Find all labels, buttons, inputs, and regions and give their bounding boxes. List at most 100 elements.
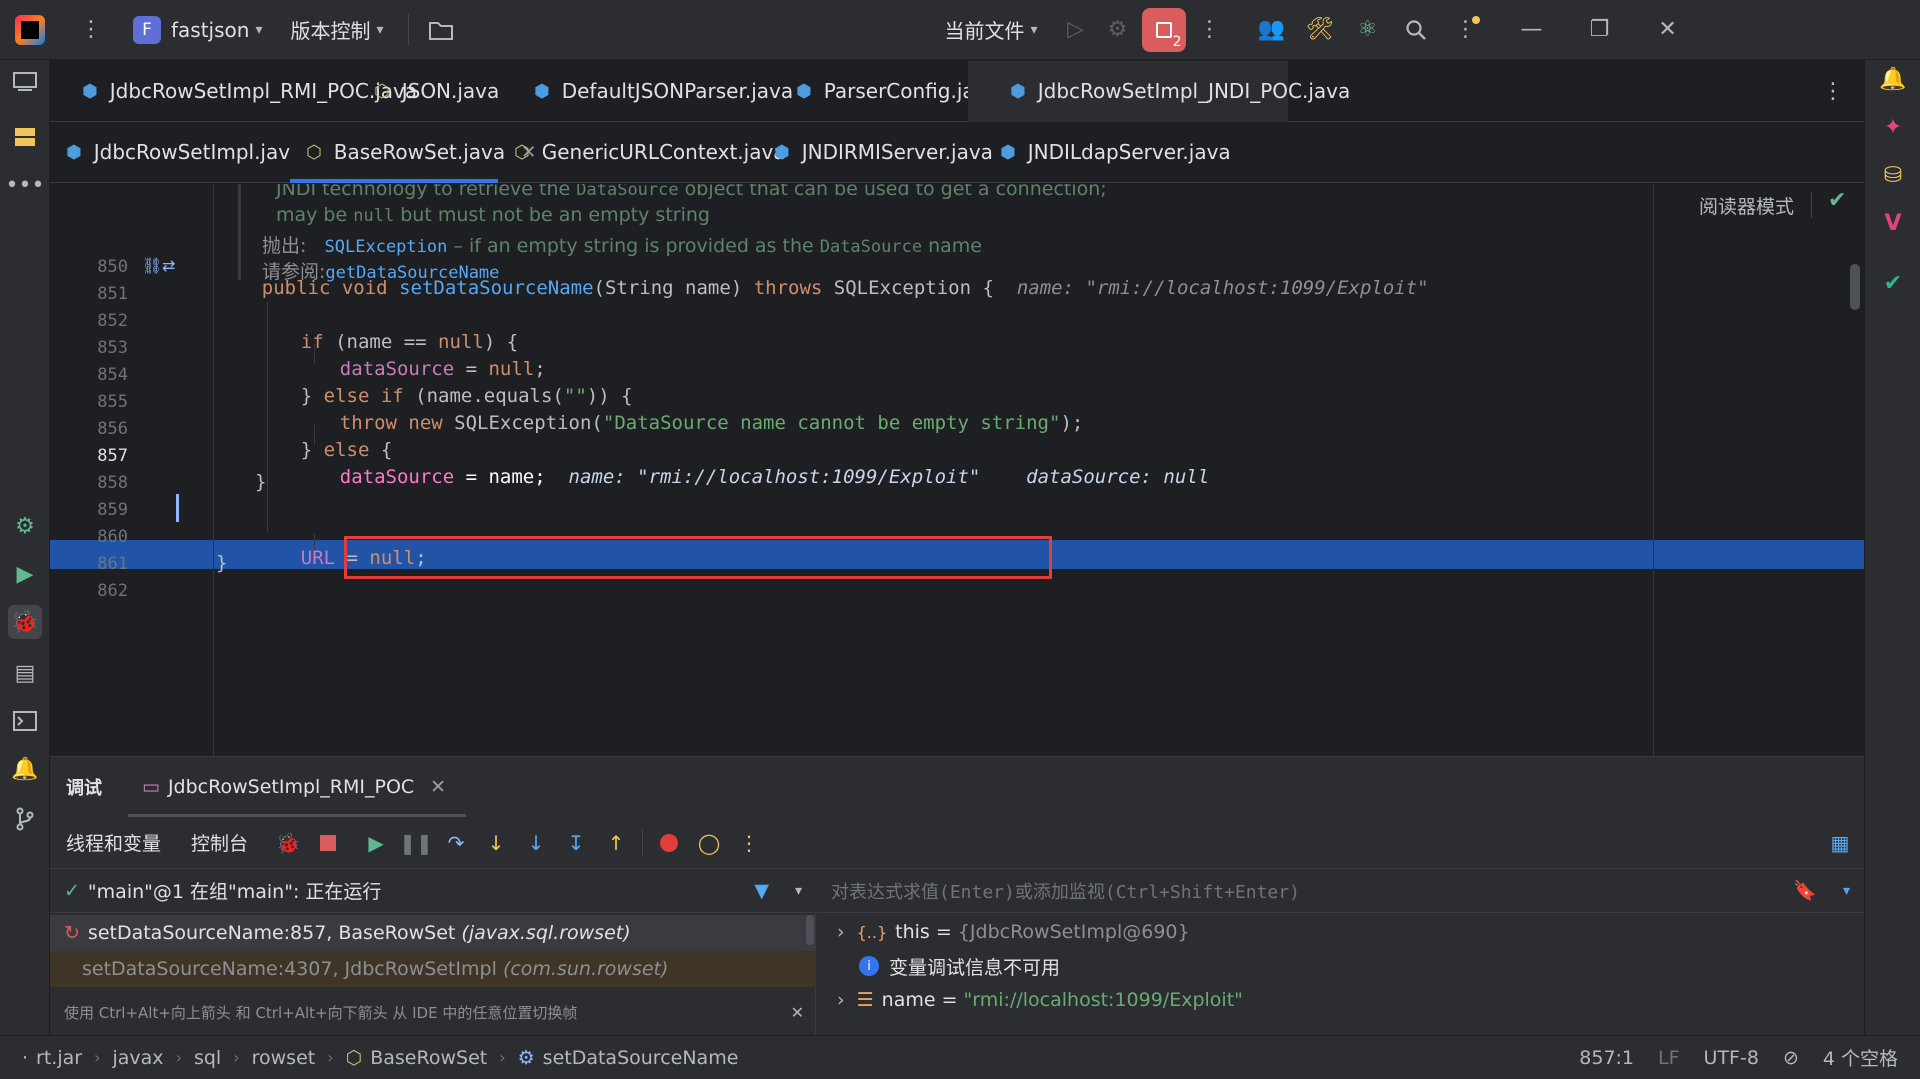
run-tool-icon[interactable]: ▶: [8, 557, 42, 591]
getdatasourcename-link[interactable]: getDataSourceName: [325, 263, 499, 283]
tab-json[interactable]: ⬡ JSON.java: [346, 61, 500, 122]
ai-assistant-icon[interactable]: ⚛: [1348, 10, 1388, 50]
caret-position[interactable]: 857:1: [1579, 1047, 1634, 1069]
tab-jdbcrowsetimpl[interactable]: ⬢ JdbcRowSetImpl.java: [50, 122, 302, 183]
services-gear-icon[interactable]: ⚙: [8, 509, 42, 543]
tab-parserconfig[interactable]: ⬢ ParserConfig.java: [758, 61, 999, 122]
reader-mode-label[interactable]: 阅读器模式: [1699, 192, 1794, 219]
chevron-down-icon[interactable]: ▾: [1843, 883, 1850, 899]
override-icon[interactable]: ⇄: [162, 256, 175, 275]
main-menu-icon[interactable]: ⋮: [71, 10, 111, 50]
structure-icon[interactable]: [8, 120, 42, 154]
editor-tabs-row-2: ⬢ JdbcRowSetImpl.java ⬡ BaseRowSet.java …: [50, 121, 1864, 183]
intellij-logo-icon[interactable]: [15, 14, 45, 45]
notifications-bell-icon[interactable]: 🔔: [8, 752, 42, 786]
resume-icon[interactable]: ▶: [358, 825, 394, 861]
frame-switch-tip: 使用 Ctrl+Alt+向上箭头 和 Ctrl+Alt+向下箭头 从 IDE 中…: [64, 1002, 804, 1022]
file-encoding[interactable]: UTF-8: [1704, 1047, 1759, 1069]
editor-scrollbar[interactable]: [1850, 264, 1860, 310]
debug-bug-icon[interactable]: ⚙: [1098, 10, 1138, 50]
breadcrumb-javax[interactable]: javax: [113, 1047, 164, 1069]
more-debug-actions-icon[interactable]: ⋮: [731, 825, 767, 861]
step-over-icon[interactable]: ↷: [438, 825, 474, 861]
minimize-icon[interactable]: —: [1512, 10, 1552, 50]
debug-tool-icon[interactable]: 🐞: [8, 605, 42, 639]
variable-this[interactable]: › {..} this = {JdbcRowSetImpl@690}: [817, 915, 1864, 949]
tab-jndirmiserver[interactable]: ⬢ JNDIRMIServer.java: [758, 122, 993, 183]
vue-plugin-icon[interactable]: V: [1876, 206, 1910, 240]
database-icon[interactable]: ⛁: [1876, 158, 1910, 192]
tabs-more-icon[interactable]: ⋮: [1822, 79, 1844, 104]
info-icon: i: [859, 956, 879, 976]
code-with-me-icon[interactable]: 👥: [1252, 10, 1292, 50]
notifications-icon[interactable]: 🔔: [1876, 62, 1910, 96]
search-icon[interactable]: [1396, 10, 1436, 50]
line-number: 859: [97, 500, 128, 520]
title-bar: ⋮ F fastjson ▾ 版本控制 ▾ 当前文件 ▾ ▷ ⚙ 2 ⋮ 👥 🛠…: [0, 0, 1920, 60]
rerun-debug-icon[interactable]: 🐞: [270, 825, 306, 861]
more-tools-icon[interactable]: •••: [6, 168, 45, 202]
step-into-icon[interactable]: ↓: [478, 825, 514, 861]
git-branch-icon[interactable]: [8, 802, 42, 836]
tab-baserowset[interactable]: ⬡ BaseRowSet.java ✕: [290, 121, 536, 183]
stop-icon[interactable]: [310, 825, 346, 861]
pause-icon[interactable]: ❚❚: [398, 825, 434, 861]
restore-icon[interactable]: ❐: [1580, 10, 1620, 50]
sqlexception-link[interactable]: SQLException: [325, 237, 448, 257]
tab-jndildapserver[interactable]: ⬢ JNDILdapServer.java: [984, 122, 1231, 183]
tab-genericurlcontext[interactable]: ⬡ GenericURLContext.java: [498, 122, 786, 183]
vcs-menu[interactable]: 版本控制 ▾: [290, 15, 383, 44]
thread-selector[interactable]: ✓ "main"@1 在组"main": 正在运行 ▼ ▾: [50, 869, 816, 913]
line-separator[interactable]: LF: [1658, 1047, 1680, 1069]
step-out-icon[interactable]: ↑: [598, 825, 634, 861]
settings-update-icon[interactable]: ⋮: [1446, 10, 1486, 50]
indent-setting[interactable]: 4 个空格: [1823, 1044, 1898, 1071]
ai-chat-icon[interactable]: ✦: [1876, 110, 1910, 144]
more-actions-icon[interactable]: ⋮: [1190, 10, 1230, 50]
mute-breakpoints-icon[interactable]: ◯: [691, 825, 727, 861]
breadcrumb-rowset[interactable]: rowset: [252, 1047, 316, 1069]
expand-arrow-icon[interactable]: ›: [837, 921, 845, 943]
breadcrumb-sql[interactable]: sql: [194, 1047, 221, 1069]
readonly-toggle-icon[interactable]: ⊘: [1783, 1047, 1799, 1069]
problems-icon[interactable]: ▤: [8, 656, 42, 690]
tab-jdbcrowsetimpl-jndi-poc[interactable]: ⬢ JdbcRowSetImpl_JNDI_POC.java: [968, 60, 1350, 122]
tab-threads-variables[interactable]: 线程和变量: [66, 829, 161, 856]
tab-defaultjsonparser[interactable]: ⬢ DefaultJSONParser.java: [500, 61, 793, 122]
chevron-down-icon[interactable]: ▾: [795, 883, 802, 899]
project-name: fastjson: [171, 17, 250, 42]
breadcrumb-baserowset[interactable]: BaseRowSet: [370, 1047, 487, 1069]
tab-console[interactable]: 控制台: [191, 829, 248, 856]
filter-icon[interactable]: ▼: [754, 880, 769, 902]
run-config-selector[interactable]: 当前文件 ▾: [945, 15, 1038, 44]
smart-step-into-icon[interactable]: ↧: [558, 825, 594, 861]
code-editor[interactable]: JNDI technology to retrieve the DataSour…: [50, 184, 1864, 756]
debug-session-tab[interactable]: ▭ JdbcRowSetImpl_RMI_POC ✕: [128, 757, 467, 817]
implementations-icon[interactable]: ⛓: [142, 256, 162, 275]
stack-frame[interactable]: setDataSourceName:4307, JdbcRowSetImpl (…: [50, 951, 816, 987]
project-selector[interactable]: F fastjson ▾: [133, 15, 262, 44]
evaluate-expression-field[interactable]: 对表达式求值(Enter)或添加监视(Ctrl+Shift+Enter) 🔖 ▾: [817, 869, 1864, 913]
force-step-into-icon[interactable]: ↓: [518, 825, 554, 861]
add-watch-icon[interactable]: 🔖: [1793, 879, 1817, 902]
tab-jdbcrowsetimpl-rmi-poc[interactable]: ⬢ JdbcRowSetImpl_RMI_POC.java: [50, 61, 417, 122]
close-tip-icon[interactable]: ✕: [791, 1003, 804, 1022]
inspection-ok-icon[interactable]: ✔: [1828, 188, 1846, 213]
stop-button[interactable]: 2: [1141, 7, 1186, 52]
variable-name[interactable]: › ☰ name = "rmi://localhost:1099/Exploit…: [817, 983, 1864, 1017]
breadcrumb-rt-jar[interactable]: rt.jar: [36, 1047, 82, 1069]
breadcrumb-setdatasourcename[interactable]: setDataSourceName: [543, 1047, 739, 1069]
copilot-check-icon[interactable]: ✔: [1876, 266, 1910, 300]
build-tools-icon[interactable]: 🛠: [1300, 10, 1340, 50]
view-breakpoints-icon[interactable]: [651, 825, 687, 861]
java-class-icon: ⬢: [534, 80, 550, 102]
layout-settings-icon[interactable]: ▦: [1822, 825, 1858, 861]
stack-frame[interactable]: ↻ setDataSourceName:857, BaseRowSet (jav…: [50, 915, 816, 951]
project-view-icon[interactable]: [8, 64, 42, 98]
terminal-icon[interactable]: [8, 704, 42, 738]
expand-arrow-icon[interactable]: ›: [837, 989, 845, 1011]
run-icon[interactable]: ▷: [1056, 10, 1096, 50]
close-window-icon[interactable]: ✕: [1648, 10, 1688, 50]
folder-icon[interactable]: [421, 10, 461, 50]
close-session-icon[interactable]: ✕: [430, 776, 446, 798]
